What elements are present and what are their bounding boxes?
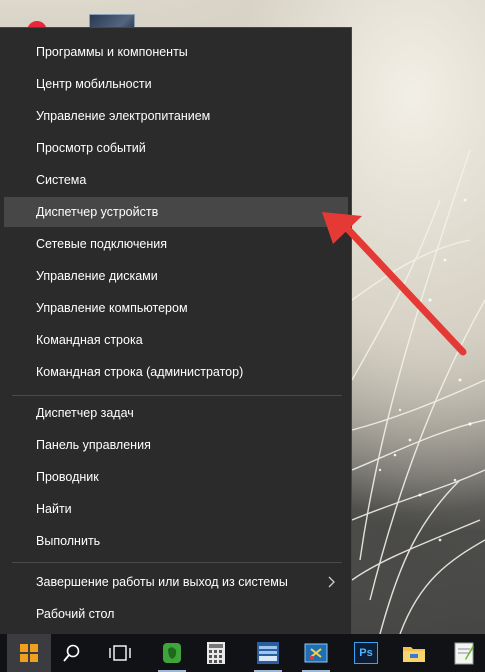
menu-item-event-viewer[interactable]: Просмотр событий <box>4 133 348 163</box>
evernote-icon[interactable] <box>152 634 192 672</box>
menu-item-run[interactable]: Выполнить <box>4 526 348 556</box>
menu-item-programs-features[interactable]: Программы и компоненты <box>4 37 348 67</box>
menu-item-disk-management[interactable]: Управление дисками <box>4 261 348 291</box>
text-editor-icon[interactable] <box>248 634 288 672</box>
search-icon[interactable] <box>52 634 92 672</box>
menu-item-device-manager[interactable]: Диспетчер устройств <box>4 197 348 227</box>
menu-item-power-options[interactable]: Управление электропитанием <box>4 101 348 131</box>
menu-item-command-prompt-admin[interactable]: Командная строка (администратор) <box>4 357 348 387</box>
menu-item-mobility-center[interactable]: Центр мобильности <box>4 69 348 99</box>
menu-item-shutdown-signout[interactable]: Завершение работы или выход из системы <box>4 567 348 597</box>
photoshop-label: Ps <box>354 642 378 664</box>
menu-item-file-explorer[interactable]: Проводник <box>4 462 348 492</box>
menu-item-search[interactable]: Найти <box>4 494 348 524</box>
menu-item-system[interactable]: Система <box>4 165 348 195</box>
chevron-right-icon <box>326 567 338 597</box>
menu-separator <box>12 395 342 396</box>
file-explorer-icon[interactable] <box>394 634 434 672</box>
menu-item-network-connections[interactable]: Сетевые подключения <box>4 229 348 259</box>
menu-item-command-prompt[interactable]: Командная строка <box>4 325 348 355</box>
menu-item-task-manager[interactable]: Диспетчер задач <box>4 398 348 428</box>
task-view-icon[interactable] <box>100 634 140 672</box>
menu-separator <box>12 562 342 563</box>
screenshot-tool-icon[interactable] <box>296 634 336 672</box>
menu-item-control-panel[interactable]: Панель управления <box>4 430 348 460</box>
windows-start-icon[interactable] <box>7 634 51 672</box>
menu-item-label: Завершение работы или выход из системы <box>36 575 288 589</box>
notepad-icon[interactable] <box>444 634 484 672</box>
calculator-icon[interactable] <box>196 634 236 672</box>
menu-item-desktop[interactable]: Рабочий стол <box>4 599 348 629</box>
taskbar: Ps <box>0 634 485 672</box>
power-user-menu: Программы и компоненты Центр мобильности… <box>0 27 352 637</box>
menu-item-computer-management[interactable]: Управление компьютером <box>4 293 348 323</box>
photoshop-icon[interactable]: Ps <box>346 634 386 672</box>
